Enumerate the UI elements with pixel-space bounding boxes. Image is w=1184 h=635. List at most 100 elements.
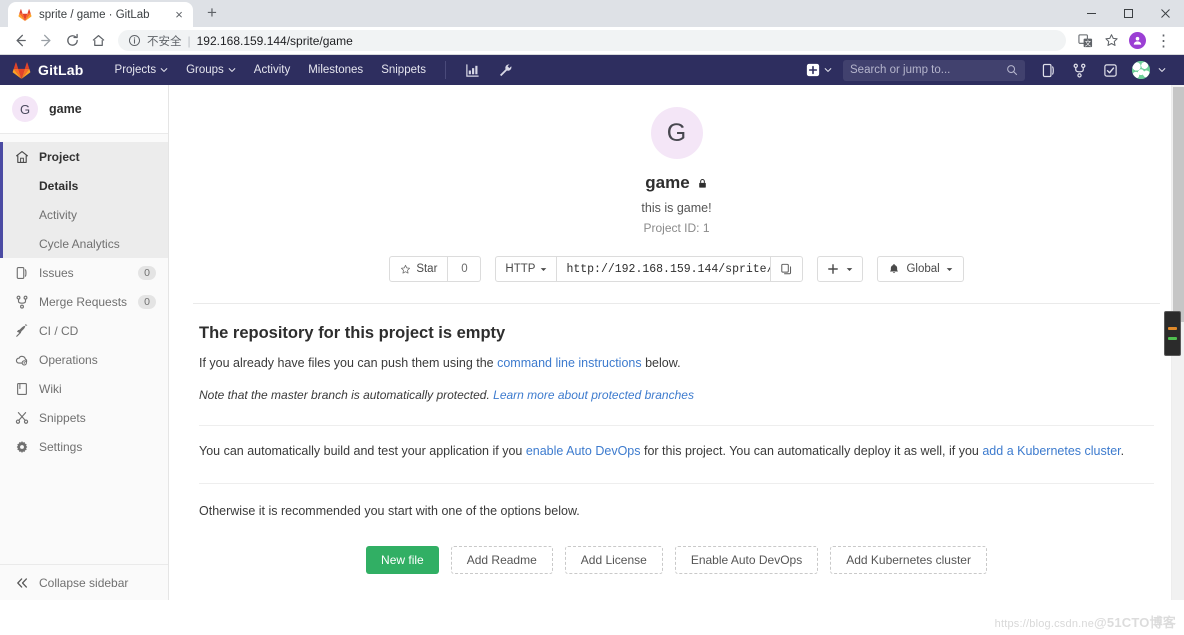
window-controls: [1073, 0, 1184, 27]
collapse-sidebar-label: Collapse sidebar: [39, 575, 129, 590]
window-minimize-button[interactable]: [1073, 0, 1110, 27]
add-license-button[interactable]: Add License: [564, 545, 663, 574]
chevron-down-icon: [228, 68, 236, 72]
home-icon[interactable]: [86, 28, 111, 53]
tab-close-icon[interactable]: ×: [171, 7, 187, 23]
nav-groups[interactable]: Groups: [177, 64, 245, 76]
nav-groups-label: Groups: [186, 64, 224, 76]
nav-projects[interactable]: Projects: [106, 64, 178, 76]
sidebar-project-avatar: G: [12, 96, 38, 122]
push-text-before: If you already have files you can push t…: [199, 356, 498, 370]
nav-snippets[interactable]: Snippets: [372, 64, 435, 76]
add-kubernetes-cluster-button[interactable]: Add Kubernetes cluster: [830, 545, 987, 574]
caret-down-icon: [847, 267, 853, 271]
add-dropdown-button[interactable]: [817, 256, 864, 282]
content-container: G game this is game! Project ID: 1 Star …: [169, 85, 1184, 600]
nav-projects-label: Projects: [114, 64, 157, 76]
star-button[interactable]: Star: [389, 256, 449, 282]
search-input[interactable]: Search or jump to...: [843, 59, 1025, 81]
command-line-instructions-link[interactable]: command line instructions: [497, 356, 642, 370]
info-circle-icon: [128, 34, 141, 47]
copy-icon[interactable]: [770, 257, 802, 281]
sidebar-item-merge-requests[interactable]: Merge Requests 0: [0, 287, 168, 316]
user-menu-chevron-icon[interactable]: [1150, 66, 1174, 74]
notification-dropdown-button[interactable]: Global: [877, 256, 964, 282]
merge-icon: [14, 294, 29, 309]
svg-text:文: 文: [1085, 38, 1092, 47]
auto-devops-text: You can automatically build and test you…: [199, 442, 1154, 461]
issues-icon[interactable]: [1033, 63, 1064, 78]
otherwise-text: Otherwise it is recommended you start wi…: [199, 503, 580, 518]
enable-auto-devops-button[interactable]: Enable Auto DevOps: [674, 545, 819, 574]
sidebar-item-wiki[interactable]: Wiki: [0, 374, 168, 403]
browser-tabstrip: sprite / game · GitLab × +: [0, 0, 1184, 27]
sidebar-item-cicd[interactable]: CI / CD: [0, 316, 168, 345]
window-maximize-button[interactable]: [1110, 0, 1147, 27]
rocket-icon: [14, 323, 29, 338]
watermark-text-2: @51CTO博客: [1094, 615, 1176, 630]
new-tab-button[interactable]: +: [199, 0, 225, 26]
gitlab-fox-icon: [18, 8, 32, 21]
devops-text-2: for this project. You can automatically …: [640, 443, 983, 458]
page-title: game: [193, 173, 1160, 193]
star-icon: [401, 264, 411, 274]
caret-down-icon: [541, 267, 547, 271]
project-description: this is game!: [641, 201, 712, 215]
user-avatar[interactable]: [1132, 61, 1150, 79]
gitlab-navbar: GitLab Projects Groups Activity Mileston…: [0, 55, 1184, 85]
sidebar-item-project[interactable]: Project: [0, 142, 168, 171]
bookmark-star-icon[interactable]: [1099, 28, 1124, 53]
nav-activity[interactable]: Activity: [245, 64, 299, 76]
clone-url-input[interactable]: http://192.168.159.144/sprite/: [557, 257, 770, 281]
scroll-overlay-widget[interactable]: [1164, 311, 1181, 356]
profile-avatar[interactable]: [1125, 28, 1150, 53]
sidebar-item-operations[interactable]: Operations: [0, 345, 168, 374]
plus-icon: [828, 264, 839, 274]
sidebar-item-snippets[interactable]: Snippets: [0, 403, 168, 432]
clone-protocol-label: HTTP: [505, 263, 536, 275]
enable-auto-devops-link[interactable]: enable Auto DevOps: [526, 444, 641, 458]
reload-icon[interactable]: [60, 28, 85, 53]
back-icon[interactable]: [8, 28, 33, 53]
sidebar-project-header[interactable]: G game: [0, 85, 168, 134]
navbar-divider: [444, 61, 446, 79]
wrench-icon[interactable]: [489, 63, 522, 78]
add-kubernetes-cluster-link[interactable]: add a Kubernetes cluster: [982, 444, 1120, 458]
watermark-text-1: https://blog.csdn.ne: [994, 618, 1095, 630]
add-readme-button[interactable]: Add Readme: [450, 545, 553, 574]
search-placeholder: Search or jump to...: [850, 64, 951, 76]
merge-requests-icon[interactable]: [1064, 63, 1095, 78]
todos-icon[interactable]: [1095, 63, 1126, 78]
new-file-button[interactable]: New file: [366, 545, 439, 574]
browser-window: sprite / game · GitLab × + 不安全 | 192.168…: [0, 0, 1184, 635]
nav-milestones[interactable]: Milestones: [299, 64, 372, 76]
window-close-button[interactable]: [1147, 0, 1184, 27]
sidebar-item-activity[interactable]: Activity: [0, 200, 168, 229]
sidebar-item-snippets-label: Snippets: [39, 410, 86, 425]
browser-menu-icon[interactable]: ⋮: [1151, 28, 1176, 53]
navbar-right: Search or jump to...: [799, 59, 1174, 81]
project-avatar: G: [650, 107, 703, 159]
protected-branches-link[interactable]: Learn more about protected branches: [493, 388, 694, 402]
sidebar-item-settings[interactable]: Settings: [0, 432, 168, 461]
project-name-text: game: [645, 173, 690, 192]
address-bar[interactable]: 不安全 | 192.168.159.144/sprite/game: [118, 30, 1066, 51]
tab-title: sprite / game · GitLab: [39, 8, 150, 21]
url-text: 192.168.159.144/sprite/game: [196, 33, 353, 48]
sidebar-item-details[interactable]: Details: [0, 171, 168, 200]
chart-icon[interactable]: [456, 63, 489, 78]
create-new-button[interactable]: [799, 63, 839, 77]
sidebar-item-cycle-analytics[interactable]: Cycle Analytics: [0, 229, 168, 258]
forward-icon[interactable]: [34, 28, 59, 53]
main-scrollbar-thumb[interactable]: [1173, 87, 1184, 322]
lock-icon: [698, 178, 706, 188]
star-count[interactable]: 0: [448, 256, 482, 282]
page-body: G game Project Details Activity Cycle An…: [0, 85, 1184, 600]
collapse-sidebar-button[interactable]: Collapse sidebar: [0, 564, 168, 600]
gitlab-logo[interactable]: GitLab: [12, 61, 84, 80]
sidebar-item-issues[interactable]: Issues 0: [0, 258, 168, 287]
translate-icon[interactable]: 文: [1073, 28, 1098, 53]
browser-tab[interactable]: sprite / game · GitLab ×: [8, 2, 193, 27]
chevron-down-icon: [160, 68, 168, 72]
clone-protocol-dropdown[interactable]: HTTP: [496, 257, 558, 281]
